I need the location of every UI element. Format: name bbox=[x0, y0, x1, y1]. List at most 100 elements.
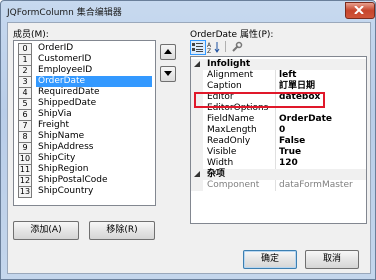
property-row-margin bbox=[191, 114, 203, 125]
list-item[interactable]: 0 OrderID bbox=[15, 43, 154, 55]
list-item[interactable]: 10 ShipCity bbox=[15, 153, 154, 165]
property-value[interactable]: True bbox=[279, 147, 301, 158]
property-row-margin bbox=[191, 158, 203, 169]
ok-button[interactable]: 确定 bbox=[243, 250, 297, 269]
property-row-margin bbox=[191, 125, 203, 136]
property-separator bbox=[275, 180, 276, 191]
move-down-button[interactable] bbox=[160, 66, 176, 82]
property-toolbar: A Z bbox=[190, 40, 365, 55]
property-row[interactable]: Width 120 bbox=[191, 158, 366, 169]
property-separator bbox=[275, 125, 276, 136]
property-value[interactable]: 0 bbox=[279, 125, 285, 136]
category-label: Infolight bbox=[207, 59, 251, 69]
property-row[interactable]: Component dataFormMaster bbox=[191, 180, 366, 191]
list-item[interactable]: 11 ShipRegion bbox=[15, 164, 154, 176]
list-item-label: ShipRegion bbox=[38, 164, 89, 174]
collection-editor-window: JQFormColumn 集合编辑器 成员(M): 0 OrderID 1 Custo… bbox=[0, 0, 376, 280]
property-separator bbox=[275, 158, 276, 169]
list-item[interactable]: 6 ShipVia bbox=[15, 109, 154, 121]
dialog-body: 成员(M): 0 OrderID 1 CustomerID 2 EmployeeID 3 Or… bbox=[7, 22, 371, 274]
property-row-margin bbox=[191, 70, 203, 81]
property-pages-button[interactable] bbox=[230, 40, 244, 53]
categorized-icon bbox=[192, 43, 203, 52]
list-item-label: ShippedDate bbox=[38, 98, 97, 108]
list-item-label: CustomerID bbox=[38, 54, 92, 64]
property-name: FieldName bbox=[207, 114, 255, 124]
alphabetical-view-button[interactable]: A Z bbox=[207, 40, 221, 53]
property-row-margin bbox=[191, 136, 203, 147]
property-row-margin bbox=[191, 180, 203, 191]
property-value[interactable]: 120 bbox=[279, 158, 298, 169]
property-name: MaxLength bbox=[207, 125, 257, 135]
list-item[interactable]: 4 RequiredDate bbox=[15, 87, 154, 99]
property-value[interactable]: dataFormMaster bbox=[279, 180, 353, 191]
property-separator bbox=[275, 70, 276, 81]
members-label: 成员(M): bbox=[13, 30, 49, 40]
title-bar[interactable]: JQFormColumn 集合编辑器 bbox=[1, 1, 375, 21]
property-row[interactable]: FieldName OrderDate bbox=[191, 114, 366, 125]
collapse-icon[interactable] bbox=[194, 61, 201, 68]
categorized-view-button[interactable] bbox=[190, 40, 206, 55]
list-item-label: RequiredDate bbox=[38, 87, 100, 97]
list-item-label: ShipCountry bbox=[38, 186, 94, 196]
property-row-margin bbox=[191, 81, 203, 92]
property-row[interactable]: Caption 訂單日期 bbox=[191, 81, 366, 92]
list-item-label: ShipName bbox=[38, 131, 85, 141]
property-value[interactable]: 訂單日期 bbox=[279, 81, 315, 92]
property-separator bbox=[275, 114, 276, 125]
list-item-label: ShipAddress bbox=[38, 142, 94, 152]
list-item[interactable]: 8 ShipName bbox=[15, 131, 154, 143]
property-separator bbox=[275, 147, 276, 158]
property-row[interactable]: MaxLength 0 bbox=[191, 125, 366, 136]
category-label: 杂项 bbox=[207, 169, 226, 179]
property-category[interactable]: Infolight bbox=[191, 59, 366, 70]
add-button[interactable]: 添加(A) bbox=[13, 221, 79, 240]
close-button[interactable] bbox=[345, 2, 375, 19]
move-up-button[interactable] bbox=[160, 44, 176, 60]
list-item-label: ShipCity bbox=[38, 153, 76, 163]
property-row[interactable]: ReadOnly False bbox=[191, 136, 366, 147]
property-grid[interactable]: Infolight Alignment left Caption 訂單日期 Editor d… bbox=[190, 56, 367, 224]
property-value[interactable]: False bbox=[279, 136, 305, 147]
list-item[interactable]: 2 EmployeeID bbox=[15, 65, 154, 77]
property-category[interactable]: 杂项 bbox=[191, 169, 366, 180]
list-item[interactable]: 9 ShipAddress bbox=[15, 142, 154, 154]
property-name: ReadOnly bbox=[207, 136, 251, 146]
wrench-icon bbox=[232, 41, 243, 52]
property-value[interactable]: left bbox=[279, 70, 296, 81]
list-item-label: EmployeeID bbox=[38, 65, 93, 75]
property-separator bbox=[275, 136, 276, 147]
property-name: Visible bbox=[207, 147, 237, 157]
property-row[interactable]: Alignment left bbox=[191, 70, 366, 81]
list-item[interactable]: 3 OrderDate bbox=[15, 76, 154, 88]
list-item[interactable]: 7 Freight bbox=[15, 120, 154, 132]
arrow-down-icon bbox=[164, 71, 172, 76]
list-item[interactable]: 13 ShipCountry bbox=[15, 186, 154, 198]
list-item-label: Freight bbox=[38, 120, 70, 130]
properties-label: OrderDate 属性(P): bbox=[190, 30, 274, 40]
members-list[interactable]: 0 OrderID 1 CustomerID 2 EmployeeID 3 OrderDate… bbox=[13, 40, 156, 206]
property-name: Component bbox=[207, 180, 260, 190]
list-item-index: 13 bbox=[18, 186, 32, 198]
property-name: Caption bbox=[207, 81, 242, 91]
collapse-icon[interactable] bbox=[194, 171, 201, 178]
list-item-label: ShipPostalCode bbox=[38, 175, 108, 185]
list-item[interactable]: 1 CustomerID bbox=[15, 54, 154, 66]
property-value[interactable]: OrderDate bbox=[279, 114, 332, 125]
list-item[interactable]: 5 ShippedDate bbox=[15, 98, 154, 110]
list-item[interactable]: 12 ShipPostalCode bbox=[15, 175, 154, 187]
property-name: Width bbox=[207, 158, 234, 168]
toolbar-separator bbox=[225, 41, 226, 52]
list-item-label: OrderDate bbox=[36, 76, 152, 87]
list-item-label: ShipVia bbox=[38, 109, 72, 119]
property-row-margin bbox=[191, 147, 203, 158]
cancel-button[interactable]: 取消 bbox=[305, 250, 359, 269]
window-title: JQFormColumn 集合编辑器 bbox=[7, 8, 122, 18]
list-item-label: OrderID bbox=[38, 43, 74, 53]
property-name: Alignment bbox=[207, 70, 254, 80]
sort-az-icon: A Z bbox=[207, 42, 220, 53]
svg-text:Z: Z bbox=[207, 48, 211, 53]
property-separator bbox=[275, 81, 276, 92]
property-row[interactable]: Visible True bbox=[191, 147, 366, 158]
remove-button[interactable]: 移除(R) bbox=[89, 221, 155, 240]
